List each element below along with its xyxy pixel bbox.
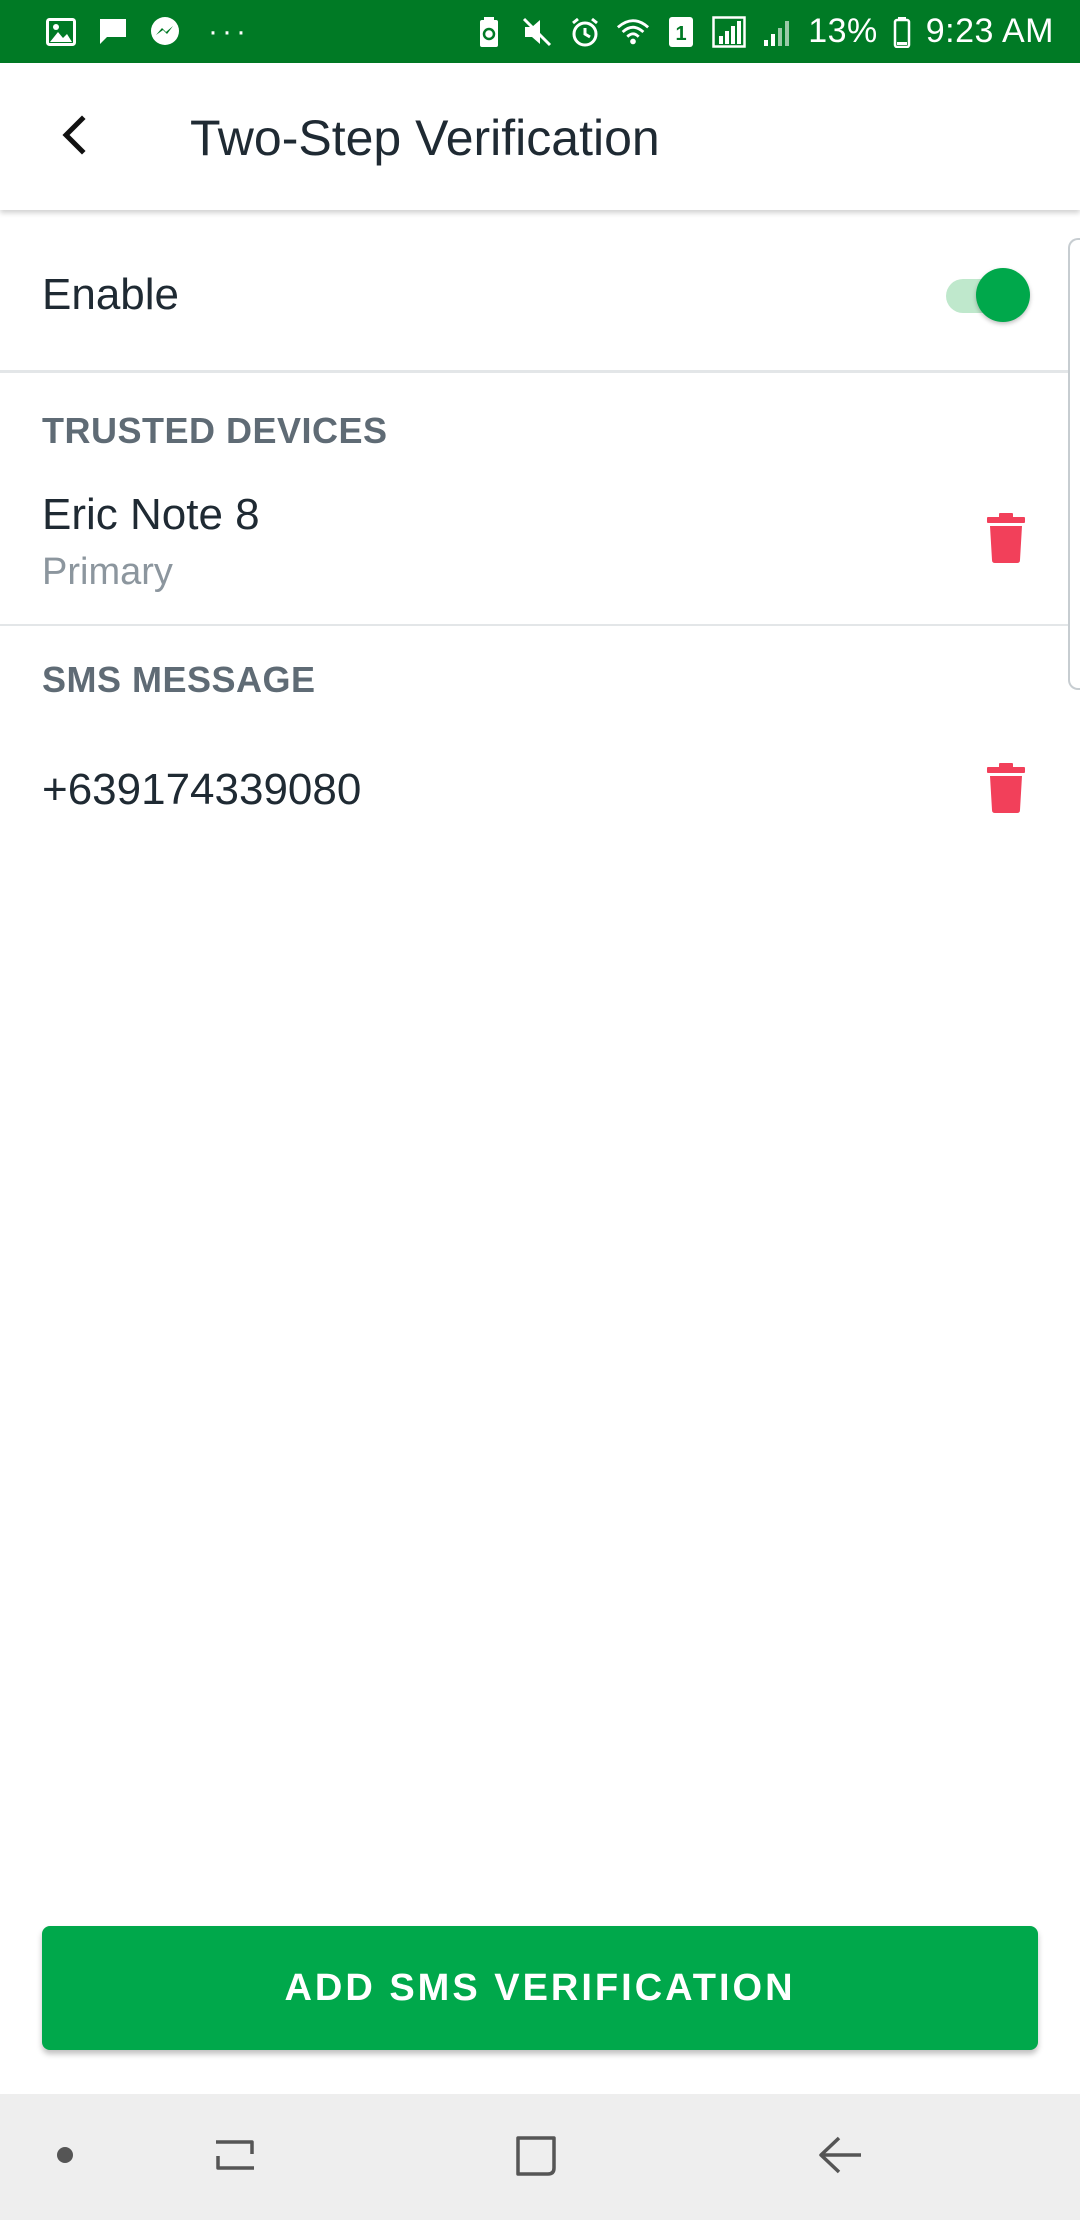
battery-percent: 13% [808,12,878,50]
svg-text:1: 1 [676,23,687,45]
section-divider [0,624,1070,626]
dot-icon [55,2145,75,2170]
enable-row: Enable [0,212,1080,373]
messenger-icon [148,15,182,49]
battery-saver-icon [472,15,506,49]
add-sms-verification-button[interactable]: ADD SMS VERIFICATION [42,1926,1038,2050]
recents-button[interactable] [200,2122,270,2192]
nav-back-button[interactable] [805,2122,875,2192]
more-notifications-icon: ··· [208,14,250,48]
page-title: Two-Step Verification [190,110,660,166]
mute-icon [520,15,554,49]
home-icon [512,2130,562,2185]
battery-icon [892,15,912,49]
signal-icon [712,15,746,49]
sms-phone-number: +639174339080 [42,765,362,814]
signal-icon [760,15,794,49]
recents-icon [210,2130,260,2185]
trusted-devices-header: TRUSTED DEVICES [42,410,388,451]
enable-toggle[interactable] [946,268,1030,322]
clock: 9:23 AM [925,12,1054,50]
home-button[interactable] [502,2122,572,2192]
delete-device-button[interactable] [976,510,1036,570]
sim-icon: 1 [664,15,698,49]
message-icon [96,15,130,49]
toggle-thumb [976,268,1030,322]
alarm-icon [568,15,602,49]
device-name: Eric Note 8 [42,490,260,539]
back-icon [815,2130,865,2185]
sms-message-header: SMS MESSAGE [42,659,316,700]
chevron-left-icon [56,113,92,162]
system-nav-bar [0,2094,1080,2220]
back-button[interactable] [40,103,108,171]
trash-icon [987,762,1025,818]
image-icon [44,15,78,49]
scroll-indicator [1068,238,1080,690]
trash-icon [987,512,1025,568]
app-bar: Two-Step Verification [0,63,1080,210]
status-bar-notifications: ··· [44,15,250,49]
status-bar-system: 1 13% 9:23 AM [472,12,1054,51]
nav-dot-button[interactable] [30,2122,100,2192]
wifi-icon [616,15,650,49]
status-bar: ··· 1 13% 9:23 AM [0,0,1080,63]
device-subtitle: Primary [42,551,173,593]
delete-sms-button[interactable] [976,760,1036,820]
enable-label: Enable [42,270,180,319]
